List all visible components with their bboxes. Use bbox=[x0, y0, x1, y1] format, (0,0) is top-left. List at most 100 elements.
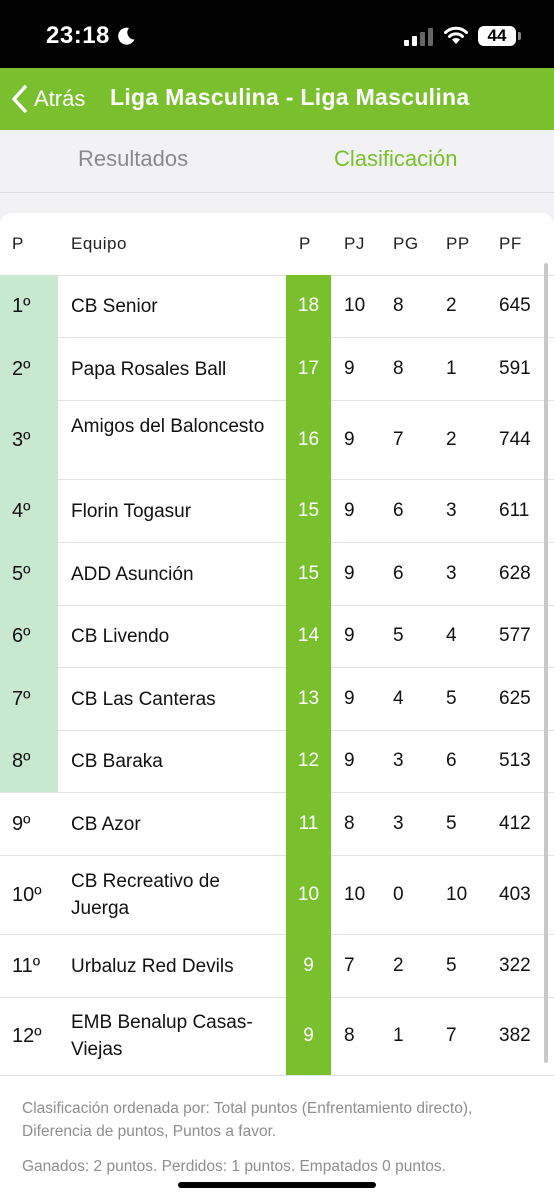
scrollbar[interactable] bbox=[544, 263, 548, 1063]
row-team: CB Las Canteras bbox=[71, 689, 216, 710]
row-lost: 4 bbox=[446, 625, 457, 646]
row-won: 5 bbox=[393, 625, 404, 646]
row-lost: 2 bbox=[446, 295, 457, 316]
wifi-icon bbox=[444, 26, 468, 44]
header-won: PG bbox=[393, 234, 419, 253]
table-row[interactable]: 2º Papa Rosales Ball 17 9 8 1 591 bbox=[0, 337, 554, 401]
row-played: 10 bbox=[344, 295, 366, 316]
tab-resultados[interactable]: Resultados bbox=[78, 146, 188, 172]
points-note: Ganados: 2 puntos. Perdidos: 1 puntos. E… bbox=[22, 1158, 446, 1175]
table-row[interactable]: 10º CB Recreativo de Juerga 10 10 0 10 403 bbox=[0, 855, 554, 935]
row-team: CB Recreativo de Juerga bbox=[71, 870, 220, 919]
row-won: 0 bbox=[393, 884, 404, 905]
table-row[interactable]: 8º CB Baraka 12 9 3 6 513 bbox=[0, 730, 554, 793]
signal-icon bbox=[404, 28, 433, 46]
row-won: 3 bbox=[393, 750, 404, 771]
row-lost: 5 bbox=[446, 813, 457, 834]
row-points-for: 625 bbox=[499, 688, 531, 709]
row-points-for: 577 bbox=[499, 625, 531, 646]
header-team: Equipo bbox=[71, 234, 127, 253]
row-won: 2 bbox=[393, 955, 404, 976]
row-position: 10º bbox=[12, 884, 42, 906]
row-won: 7 bbox=[393, 429, 404, 450]
row-position: 12º bbox=[12, 1025, 42, 1047]
row-played: 9 bbox=[344, 358, 355, 379]
row-points-for: 744 bbox=[499, 429, 531, 450]
row-position: 11º bbox=[12, 955, 41, 977]
row-position: 6º bbox=[12, 625, 31, 647]
table-row[interactable]: 5º ADD Asunción 15 9 6 3 628 bbox=[0, 542, 554, 606]
table-row[interactable]: 3º Amigos del Baloncesto 16 9 7 2 744 bbox=[0, 400, 554, 480]
row-team: Amigos del Baloncesto bbox=[71, 415, 265, 437]
row-won: 6 bbox=[393, 500, 404, 521]
row-played: 9 bbox=[344, 563, 355, 584]
row-won: 3 bbox=[393, 813, 404, 834]
row-won: 8 bbox=[393, 358, 404, 379]
table-row[interactable]: 6º CB Livendo 14 9 5 4 577 bbox=[0, 605, 554, 668]
row-position: 3º bbox=[12, 429, 31, 451]
table-row[interactable]: 9º CB Azor 11 8 3 5 412 bbox=[0, 792, 554, 856]
row-lost: 2 bbox=[446, 429, 457, 450]
table-row[interactable]: 11º Urbaluz Red Devils 9 7 2 5 322 bbox=[0, 934, 554, 998]
status-time: 23:18 bbox=[46, 22, 110, 49]
row-team: Urbaluz Red Devils bbox=[71, 956, 234, 977]
battery-icon: 44 bbox=[478, 26, 516, 46]
row-position: 2º bbox=[12, 358, 31, 380]
row-lost: 3 bbox=[446, 563, 457, 584]
row-team: CB Baraka bbox=[71, 751, 163, 772]
row-played: 9 bbox=[344, 625, 355, 646]
row-lost: 3 bbox=[446, 500, 457, 521]
table-row[interactable]: 1º CB Senior 18 10 8 2 645 bbox=[0, 275, 554, 338]
row-points: 9 bbox=[303, 955, 314, 976]
row-points-for: 322 bbox=[499, 955, 531, 976]
row-points: 15 bbox=[297, 563, 320, 584]
status-bar: 23:18 44 bbox=[0, 0, 554, 68]
row-played: 7 bbox=[344, 955, 355, 976]
row-points: 14 bbox=[297, 625, 320, 646]
row-position: 7º bbox=[12, 688, 31, 710]
row-lost: 1 bbox=[446, 358, 457, 379]
segment-tabs: Resultados Clasificación bbox=[0, 130, 554, 193]
row-points: 15 bbox=[297, 500, 320, 521]
table-row[interactable]: 12º EMB Benalup Casas-Viejas 9 8 1 7 382 bbox=[0, 997, 554, 1076]
row-team: Papa Rosales Ball bbox=[71, 359, 227, 380]
row-position: 8º bbox=[12, 750, 31, 772]
row-points: 18 bbox=[297, 295, 320, 316]
chevron-left-icon bbox=[12, 85, 27, 113]
row-points-for: 645 bbox=[499, 295, 531, 316]
row-team: EMB Benalup Casas-Viejas bbox=[71, 1012, 253, 1060]
row-played: 9 bbox=[344, 688, 355, 709]
row-lost: 5 bbox=[446, 688, 457, 709]
tab-clasificacion[interactable]: Clasificación bbox=[334, 146, 458, 172]
row-won: 1 bbox=[393, 1025, 404, 1046]
header-played: PJ bbox=[344, 234, 365, 253]
table-row[interactable]: 7º CB Las Canteras 13 9 4 5 625 bbox=[0, 667, 554, 731]
back-button[interactable]: Atrás bbox=[10, 82, 85, 116]
header-points-for: PF bbox=[499, 234, 522, 253]
row-points-for: 513 bbox=[499, 750, 531, 771]
row-position: 5º bbox=[12, 563, 31, 585]
table-row[interactable]: 4º Florin Togasur 15 9 6 3 611 bbox=[0, 479, 554, 543]
page-title: Liga Masculina - Liga Masculina bbox=[110, 84, 470, 110]
row-position: 4º bbox=[12, 500, 31, 522]
row-points: 12 bbox=[297, 750, 320, 771]
row-lost: 7 bbox=[446, 1025, 457, 1046]
row-points: 16 bbox=[297, 429, 320, 450]
back-label: Atrás bbox=[34, 86, 86, 111]
row-points: 17 bbox=[297, 358, 320, 379]
row-team: Florin Togasur bbox=[71, 501, 192, 522]
row-played: 8 bbox=[344, 813, 355, 834]
row-position: 9º bbox=[12, 813, 31, 835]
row-points-for: 412 bbox=[499, 813, 531, 834]
moon-icon bbox=[118, 27, 135, 45]
row-team: CB Senior bbox=[71, 296, 158, 317]
row-points-for: 403 bbox=[499, 884, 531, 905]
row-won: 6 bbox=[393, 563, 404, 584]
row-played: 9 bbox=[344, 500, 355, 521]
row-points-for: 382 bbox=[499, 1025, 531, 1046]
battery-tip bbox=[518, 32, 521, 40]
sort-note: Clasificación ordenada por: Total puntos… bbox=[22, 1100, 473, 1140]
nav-bar: Atrás Liga Masculina - Liga Masculina bbox=[0, 68, 554, 130]
row-points: 13 bbox=[297, 688, 320, 709]
row-points-for: 591 bbox=[499, 358, 531, 379]
